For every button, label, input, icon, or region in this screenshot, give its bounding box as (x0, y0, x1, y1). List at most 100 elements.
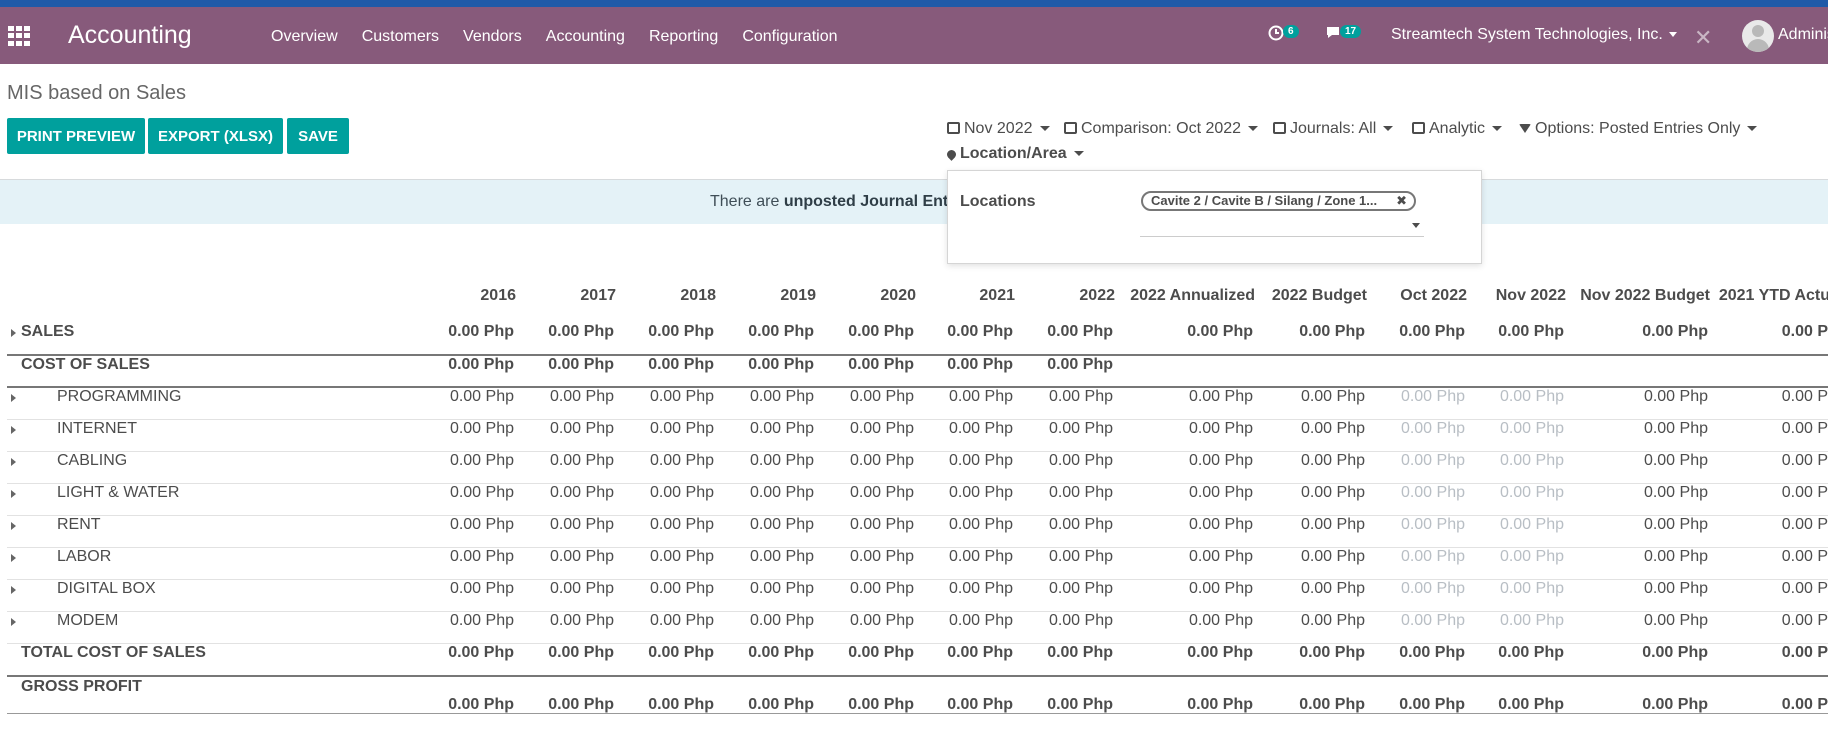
table-cell[interactable]: 0.00 Php (1401, 420, 1465, 438)
table-cell[interactable]: 0.00 Php (1187, 323, 1253, 341)
table-cell[interactable]: 0.00 Php (1189, 612, 1253, 630)
table-cell[interactable]: 0.00 Php (850, 580, 914, 598)
expand-caret-icon[interactable] (11, 426, 16, 434)
journals-filter[interactable]: Journals: All (1273, 120, 1394, 138)
table-cell[interactable]: 0.00 Php (648, 644, 714, 662)
table-cell[interactable]: 0.00 Php (1500, 548, 1564, 566)
table-cell[interactable]: 0.00 Php (750, 612, 814, 630)
table-cell[interactable]: 0.00 Php (1401, 548, 1465, 566)
table-cell[interactable]: 0.00 Php (550, 420, 614, 438)
save-button[interactable]: SAVE (287, 118, 349, 154)
table-cell[interactable]: 0.00 Php (550, 388, 614, 406)
table-cell[interactable]: 0.00 Php (1299, 323, 1365, 341)
table-cell[interactable]: 0.00 Php (648, 323, 714, 341)
table-cell[interactable]: 0.00 Php (750, 516, 814, 534)
table-cell[interactable]: 0.00 Php (1301, 452, 1365, 470)
table-cell[interactable]: 0.00 Php (650, 548, 714, 566)
table-cell[interactable]: 0.00 P (1782, 323, 1828, 341)
table-cell[interactable]: 0.00 Php (1399, 696, 1465, 714)
table-cell[interactable]: 0.00 Php (947, 644, 1013, 662)
print-preview-button[interactable]: PRINT PREVIEW (7, 118, 145, 154)
expand-caret-icon[interactable] (11, 394, 16, 402)
period-filter[interactable]: Nov 2022 (947, 120, 1050, 138)
table-cell[interactable]: 0.00 Php (1644, 452, 1708, 470)
table-cell[interactable]: 0.00 Php (448, 696, 514, 714)
table-cell[interactable]: 0.00 Php (1401, 484, 1465, 502)
expand-caret-icon[interactable] (11, 490, 16, 498)
table-cell[interactable]: 0.00 Php (450, 580, 514, 598)
table-cell[interactable]: 0.00 Php (1189, 452, 1253, 470)
table-cell[interactable]: 0.00 Php (448, 356, 514, 374)
table-cell[interactable]: 0.00 Php (450, 516, 514, 534)
table-cell[interactable]: 0.00 Php (850, 484, 914, 502)
menu-accounting[interactable]: Accounting (546, 28, 625, 46)
table-cell[interactable]: 0.00 Php (550, 580, 614, 598)
table-cell[interactable]: 0.00 Php (1189, 420, 1253, 438)
table-cell[interactable]: 0.00 Php (1299, 696, 1365, 714)
table-cell[interactable]: 0.00 Php (548, 323, 614, 341)
table-cell[interactable]: 0.00 Php (1500, 612, 1564, 630)
menu-customers[interactable]: Customers (362, 28, 439, 46)
table-cell[interactable]: 0.00 Php (550, 452, 614, 470)
table-cell[interactable]: 0.00 Php (650, 452, 714, 470)
banner-bold-text[interactable]: unposted Journal Entrie (784, 193, 968, 210)
table-cell[interactable]: 0.00 Php (1644, 420, 1708, 438)
table-row[interactable]: MODEM 0.00 Php 0.00 Php 0.00 Php 0.00 Php 0.0… (7, 612, 1828, 644)
table-cell[interactable]: 0.00 Php (748, 644, 814, 662)
avatar[interactable] (1742, 20, 1774, 52)
apps-grid-icon[interactable] (8, 26, 30, 46)
table-cell[interactable]: 0.00 Php (949, 484, 1013, 502)
table-cell[interactable]: 0.00 Php (1644, 580, 1708, 598)
table-cell[interactable]: 0.00 Php (949, 452, 1013, 470)
export-xlsx-button[interactable]: EXPORT (XLSX) (148, 118, 283, 154)
table-cell[interactable]: 0.00 Php (750, 452, 814, 470)
table-row[interactable]: TOTAL COST OF SALES 0.00 Php 0.00 Php 0.00 … (7, 644, 1828, 677)
expand-caret-icon[interactable] (11, 586, 16, 594)
table-row[interactable]: GROSS PROFIT 0.00 Php 0.00 Php 0.00 Php 0.00… (7, 678, 1828, 714)
table-cell[interactable]: 0.00 Php (1644, 388, 1708, 406)
table-cell[interactable]: 0.00 P (1782, 644, 1828, 662)
table-cell[interactable]: 0.00 Php (548, 356, 614, 374)
table-cell[interactable]: 0.00 Php (1189, 484, 1253, 502)
table-cell[interactable]: 0.00 Php (750, 548, 814, 566)
table-cell[interactable]: 0.00 Php (1301, 580, 1365, 598)
table-cell[interactable]: 0.00 Php (750, 484, 814, 502)
table-cell[interactable]: 0.00 Php (748, 323, 814, 341)
table-cell[interactable]: 0.00 Php (1401, 580, 1465, 598)
table-cell[interactable]: 0.00 Php (848, 356, 914, 374)
table-row[interactable]: SALES 0.00 Php 0.00 Php 0.00 Php 0.00 Php 0.0… (7, 323, 1828, 356)
table-cell[interactable]: 0.00 Php (1049, 516, 1113, 534)
table-cell[interactable]: 0.00 Php (848, 323, 914, 341)
table-cell[interactable]: 0.00 Php (949, 612, 1013, 630)
table-cell[interactable]: 0.00 Php (1401, 516, 1465, 534)
table-cell[interactable]: 0.00 Php (1189, 548, 1253, 566)
table-cell[interactable]: 0.00 Php (1642, 696, 1708, 714)
table-cell[interactable]: 0.00 Php (1644, 516, 1708, 534)
table-cell[interactable]: 0.00 Php (1299, 644, 1365, 662)
table-cell[interactable]: 0.00 Php (648, 696, 714, 714)
table-cell[interactable]: 0.00 Php (949, 388, 1013, 406)
table-cell[interactable]: 0.00 Php (550, 484, 614, 502)
table-cell[interactable]: 0.00 Php (650, 580, 714, 598)
table-cell[interactable]: 0.00 P (1782, 548, 1828, 566)
app-brand[interactable]: Accounting (68, 21, 192, 50)
table-row[interactable]: DIGITAL BOX 0.00 Php 0.00 Php 0.00 Php 0.00 … (7, 580, 1828, 612)
table-cell[interactable]: 0.00 P (1782, 388, 1828, 406)
table-cell[interactable]: 0.00 Php (1049, 420, 1113, 438)
analytic-filter[interactable]: Analytic (1412, 120, 1503, 138)
table-row[interactable]: COST OF SALES 0.00 Php 0.00 Php 0.00 Php 0.0… (7, 356, 1828, 388)
table-cell[interactable]: 0.00 Php (848, 696, 914, 714)
table-row[interactable]: LABOR 0.00 Php 0.00 Php 0.00 Php 0.00 Php 0.0… (7, 548, 1828, 580)
table-cell[interactable]: 0.00 Php (450, 612, 514, 630)
table-cell[interactable]: 0.00 Php (947, 696, 1013, 714)
table-cell[interactable]: 0.00 Php (450, 484, 514, 502)
table-cell[interactable]: 0.00 Php (550, 516, 614, 534)
table-cell[interactable]: 0.00 Php (1498, 696, 1564, 714)
table-cell[interactable]: 0.00 Php (1049, 388, 1113, 406)
table-cell[interactable]: 0.00 Php (1049, 580, 1113, 598)
table-cell[interactable]: 0.00 Php (949, 580, 1013, 598)
table-cell[interactable]: 0.00 P (1782, 452, 1828, 470)
table-cell[interactable]: 0.00 Php (748, 356, 814, 374)
table-cell[interactable]: 0.00 Php (448, 323, 514, 341)
table-cell[interactable]: 0.00 Php (550, 612, 614, 630)
